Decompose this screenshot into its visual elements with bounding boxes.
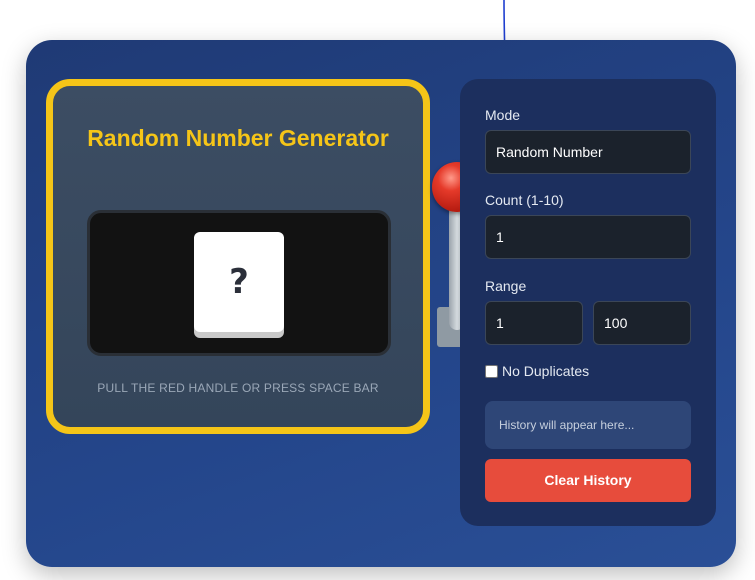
range-min-input[interactable]: 1 bbox=[485, 301, 583, 345]
no-duplicates-row[interactable]: No Duplicates bbox=[485, 362, 589, 380]
generator-machine: Random Number Generator ? PULL THE RED H… bbox=[46, 79, 430, 434]
result-card: ? bbox=[194, 232, 284, 332]
range-max-input[interactable]: 100 bbox=[593, 301, 691, 345]
count-input[interactable]: 1 bbox=[485, 215, 691, 259]
no-duplicates-label: No Duplicates bbox=[502, 363, 590, 379]
no-duplicates-checkbox[interactable] bbox=[485, 364, 498, 378]
clear-history-button[interactable]: Clear History bbox=[485, 459, 691, 502]
instruction-hint: PULL THE RED HANDLE OR PRESS SPACE BAR bbox=[97, 381, 379, 395]
mode-label: Mode bbox=[485, 107, 521, 123]
mode-select[interactable]: Random Number bbox=[485, 130, 691, 174]
app-root: Random Number Generator ? PULL THE RED H… bbox=[0, 0, 755, 580]
result-display: ? bbox=[87, 210, 391, 356]
range-label: Range bbox=[485, 278, 527, 294]
machine-title: Random Number Generator bbox=[87, 125, 389, 151]
count-label: Count (1-10) bbox=[485, 192, 564, 208]
history-box: History will appear here... bbox=[485, 401, 691, 449]
controls-panel: Mode Random Number Count (1-10) 1 Range … bbox=[460, 79, 716, 526]
